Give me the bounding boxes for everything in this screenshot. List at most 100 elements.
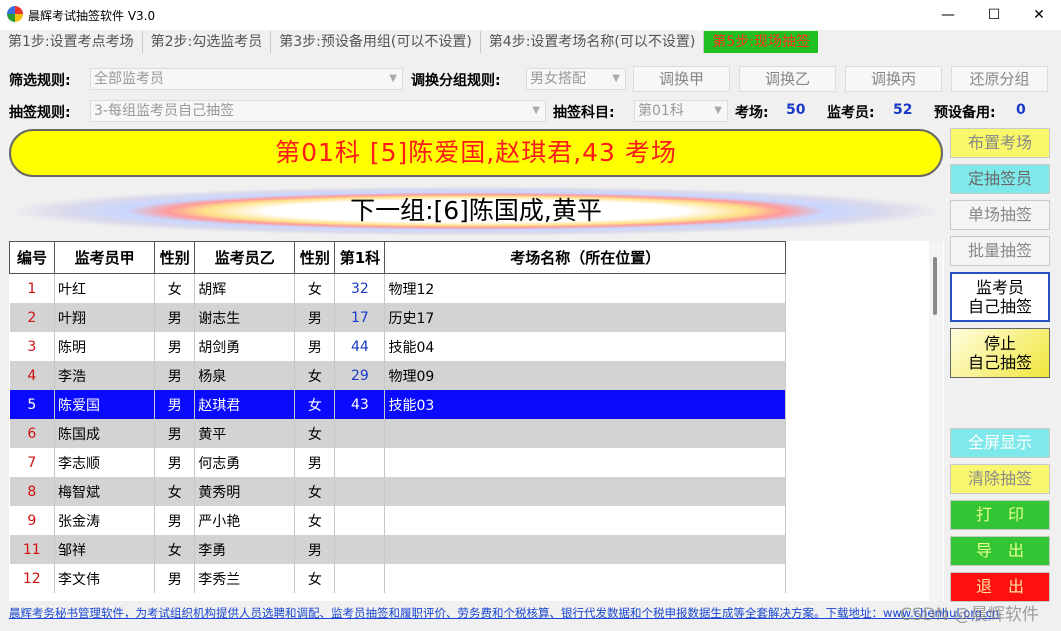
export-button[interactable]: 导 出: [950, 536, 1050, 566]
tab-step3[interactable]: 第3步:预设备用组(可以不设置): [271, 31, 481, 53]
restore-group-button[interactable]: 还原分组: [951, 66, 1048, 92]
cell-invigilator-b[interactable]: 杨泉: [194, 361, 296, 390]
cell-room-place[interactable]: [384, 506, 786, 535]
table-row[interactable]: 2 叶翔男谢志生男 17 历史17: [9, 303, 786, 332]
cell-room-place[interactable]: 技能04: [384, 332, 786, 361]
cell-invigilator-b[interactable]: 严小艳: [194, 506, 296, 535]
cell-invigilator-a[interactable]: 陈爱国: [54, 390, 156, 419]
cell-invigilator-a[interactable]: 李浩: [54, 361, 156, 390]
swap-b-button[interactable]: 调换乙: [739, 66, 836, 92]
single-draw-button[interactable]: 单场抽签: [950, 200, 1050, 230]
cell-room-place[interactable]: [384, 477, 786, 506]
print-button[interactable]: 打 印: [950, 500, 1050, 530]
col-header-room-name[interactable]: 考场名称（所在位置）: [384, 241, 786, 274]
table-row[interactable]: 3 陈明男胡剑勇男 44 技能04: [9, 332, 786, 361]
cell-room-place[interactable]: [384, 419, 786, 448]
cell-room-number[interactable]: [334, 477, 386, 506]
cell-row-no[interactable]: 6: [9, 419, 56, 448]
cell-invigilator-b[interactable]: 黄秀明: [194, 477, 296, 506]
cell-invigilator-a[interactable]: 邹祥: [54, 535, 156, 564]
table-row[interactable]: 11 邹祥女李勇男: [9, 535, 786, 564]
arrange-rooms-button[interactable]: 布置考场: [950, 128, 1050, 158]
cell-gender-b[interactable]: 女: [294, 477, 336, 506]
tab-step1[interactable]: 第1步:设置考点考场: [0, 31, 143, 53]
cell-gender-b[interactable]: 男: [294, 332, 336, 361]
draw-rule-select[interactable]: 3-每组监考员自己抽签 ▼: [90, 100, 546, 122]
table-row[interactable]: 1 叶红女胡辉女 32 物理12: [9, 273, 786, 303]
cell-room-number[interactable]: 44: [334, 332, 386, 361]
cell-gender-b[interactable]: 女: [294, 273, 336, 303]
scrollbar-thumb[interactable]: [933, 257, 937, 315]
cell-gender-b[interactable]: 男: [294, 535, 336, 564]
cell-gender-a[interactable]: 男: [154, 303, 196, 332]
cell-invigilator-b[interactable]: 李勇: [194, 535, 296, 564]
cell-gender-a[interactable]: 男: [154, 332, 196, 361]
cell-invigilator-b[interactable]: 黄平: [194, 419, 296, 448]
stop-self-draw-button[interactable]: 停止 自己抽签: [950, 328, 1050, 378]
cell-gender-b[interactable]: 女: [294, 506, 336, 535]
cell-gender-a[interactable]: 男: [154, 448, 196, 477]
cell-gender-a[interactable]: 男: [154, 361, 196, 390]
col-header-gender-b[interactable]: 性别: [294, 241, 336, 274]
cell-gender-b[interactable]: 女: [294, 564, 336, 593]
cell-room-number[interactable]: 29: [334, 361, 386, 390]
cell-room-number[interactable]: [334, 448, 386, 477]
cell-gender-b[interactable]: 女: [294, 419, 336, 448]
table-row[interactable]: 7 李志顺男何志勇男: [9, 448, 786, 477]
cell-room-place[interactable]: 历史17: [384, 303, 786, 332]
cell-room-place[interactable]: 技能03: [384, 390, 786, 419]
cell-row-no[interactable]: 11: [9, 535, 56, 564]
col-header-invigilator-b[interactable]: 监考员乙: [194, 241, 296, 274]
cell-invigilator-b[interactable]: 何志勇: [194, 448, 296, 477]
cell-row-no[interactable]: 12: [9, 564, 56, 593]
cell-gender-a[interactable]: 女: [154, 535, 196, 564]
cell-invigilator-b[interactable]: 胡辉: [194, 273, 296, 303]
cell-row-no[interactable]: 4: [9, 361, 56, 390]
swap-c-button[interactable]: 调换丙: [845, 66, 942, 92]
maximize-button[interactable]: ☐: [971, 0, 1017, 30]
cell-room-place[interactable]: [384, 564, 786, 593]
cell-invigilator-b[interactable]: 谢志生: [194, 303, 296, 332]
cell-invigilator-a[interactable]: 李志顺: [54, 448, 156, 477]
swap-a-button[interactable]: 调换甲: [633, 66, 730, 92]
cell-room-place[interactable]: 物理09: [384, 361, 786, 390]
col-header-no[interactable]: 编号: [8, 241, 56, 274]
cell-room-place[interactable]: [384, 448, 786, 477]
cell-room-number[interactable]: [334, 419, 386, 448]
cell-gender-a[interactable]: 男: [154, 419, 196, 448]
cell-invigilator-a[interactable]: 叶红: [54, 273, 156, 303]
cell-gender-a[interactable]: 男: [154, 390, 196, 419]
cell-gender-b[interactable]: 男: [294, 303, 336, 332]
cell-gender-a[interactable]: 女: [154, 477, 196, 506]
cell-invigilator-a[interactable]: 陈国成: [54, 419, 156, 448]
cell-row-no[interactable]: 7: [9, 448, 56, 477]
close-button[interactable]: ✕: [1016, 0, 1061, 30]
cell-invigilator-a[interactable]: 梅智斌: [54, 477, 156, 506]
cell-room-number[interactable]: 43: [334, 390, 386, 419]
cell-invigilator-a[interactable]: 张金涛: [54, 506, 156, 535]
fullscreen-button[interactable]: 全屏显示: [950, 428, 1050, 458]
cell-row-no[interactable]: 1: [9, 273, 56, 303]
tab-step5[interactable]: 第5步:现场抽签: [704, 31, 818, 53]
table-row[interactable]: 6 陈国成男黄平女: [9, 419, 786, 448]
cell-gender-a[interactable]: 男: [154, 564, 196, 593]
exit-button[interactable]: 退 出: [950, 572, 1050, 602]
cell-gender-b[interactable]: 女: [294, 361, 336, 390]
cell-gender-b[interactable]: 女: [294, 390, 336, 419]
col-header-gender-a[interactable]: 性别: [154, 241, 196, 274]
cell-gender-a[interactable]: 女: [154, 273, 196, 303]
cell-invigilator-a[interactable]: 叶翔: [54, 303, 156, 332]
filter-rule-select[interactable]: 全部监考员 ▼: [90, 68, 403, 90]
subject-select[interactable]: 第01科 ▼: [634, 100, 728, 122]
cell-row-no[interactable]: 3: [9, 332, 56, 361]
table-row[interactable]: 9 张金涛男严小艳女: [9, 506, 786, 535]
batch-draw-button[interactable]: 批量抽签: [950, 236, 1050, 266]
cell-row-no[interactable]: 5: [9, 390, 56, 419]
cell-row-no[interactable]: 2: [9, 303, 56, 332]
tab-step4[interactable]: 第4步:设置考场名称(可以不设置): [481, 31, 705, 53]
fix-drawer-button[interactable]: 定抽签员: [950, 164, 1050, 194]
table-row[interactable]: 5 陈爱国男赵琪君女 43 技能03: [9, 390, 786, 419]
table-row[interactable]: 4 李浩男杨泉女 29 物理09: [9, 361, 786, 390]
cell-invigilator-a[interactable]: 陈明: [54, 332, 156, 361]
cell-room-number[interactable]: [334, 535, 386, 564]
